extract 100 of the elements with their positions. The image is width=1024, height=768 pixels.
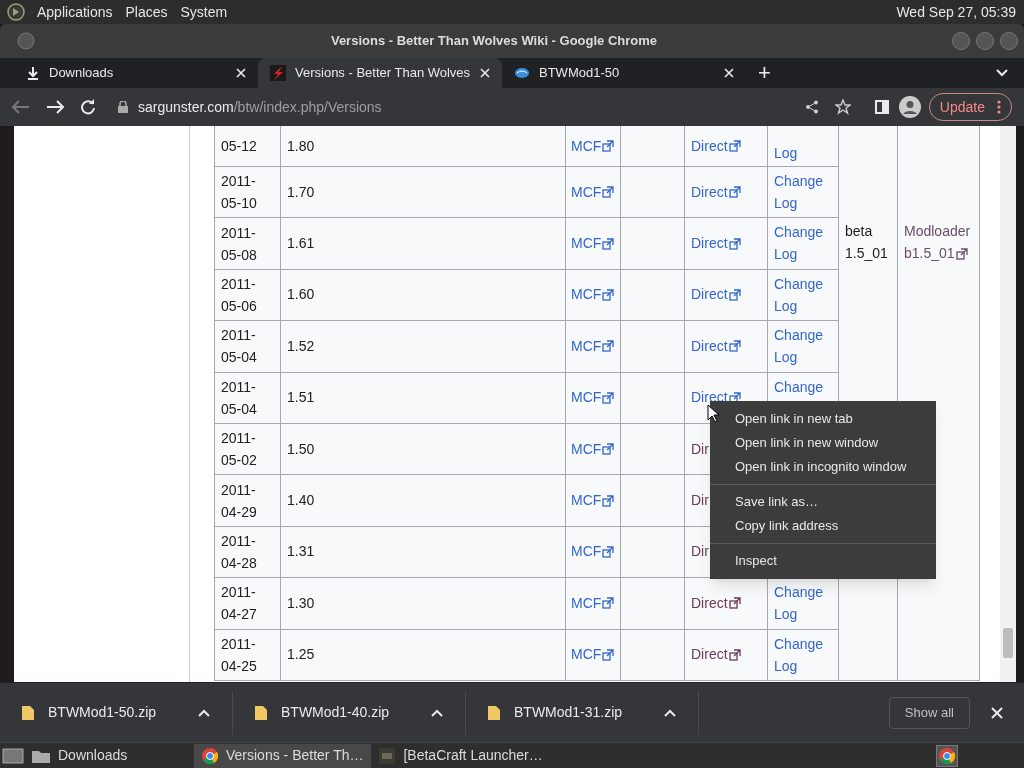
show-desktop-icon xyxy=(2,745,24,766)
table-cell: 1.60 xyxy=(280,269,566,321)
download-icon xyxy=(26,66,40,80)
external-link-icon xyxy=(728,597,741,610)
forward-icon xyxy=(46,100,64,114)
chevron-down-icon xyxy=(996,69,1008,77)
close-icon xyxy=(724,68,734,78)
side-panel-icon xyxy=(874,100,889,114)
table-cell: 2011-04-29 xyxy=(214,474,281,527)
table-cell: 2011-05-02 xyxy=(214,423,281,475)
external-link-icon xyxy=(602,494,615,507)
table-cell: 1.70 xyxy=(280,166,566,218)
table-cell: 1.31 xyxy=(280,526,566,578)
browser-icon xyxy=(202,747,218,764)
table-cell: 1.80 xyxy=(280,126,566,167)
menu-item[interactable]: Inspect xyxy=(710,549,936,573)
external-link-icon xyxy=(602,545,615,558)
menu-item[interactable]: Open link in new window xyxy=(710,431,936,455)
clock: Wed Sep 27, 05:39 xyxy=(896,2,1017,22)
table-cell: 05-12 xyxy=(214,126,281,167)
taskbar-item[interactable]: Downloads xyxy=(24,743,194,768)
menu-item[interactable]: Open link in incognito window xyxy=(710,455,936,479)
table-cell: 2011-05-04 xyxy=(214,320,281,373)
back-icon xyxy=(12,100,30,114)
table-cell: 1.25 xyxy=(280,629,566,681)
external-link-icon xyxy=(602,443,615,456)
external-link-icon xyxy=(955,248,968,261)
table-cell: 2011-04-25 xyxy=(214,629,281,681)
mouse-pointer-icon xyxy=(707,404,719,422)
download-item[interactable]: BTWMod1-40.zip xyxy=(233,690,466,735)
app-menu-icon xyxy=(6,2,26,22)
panel-menu[interactable]: System xyxy=(178,1,230,23)
taskbar-item[interactable]: Versions - Better Th… xyxy=(194,743,372,768)
link[interactable]: Change xyxy=(774,375,832,398)
external-link-icon xyxy=(728,340,741,353)
close-icon xyxy=(991,706,1003,719)
window-title: Versions - Better Than Wolves Wiki - Google Chrome xyxy=(329,32,659,51)
table-cell: 1.30 xyxy=(280,577,566,629)
external-link-icon xyxy=(602,140,615,152)
table-cell: 1.61 xyxy=(280,217,566,270)
table-cell: 2011-04-27 xyxy=(214,577,281,629)
table-cell: 1.52 xyxy=(280,320,566,373)
app-icon xyxy=(379,747,396,764)
external-link-icon xyxy=(602,186,615,199)
table-cell: 2011-04-28 xyxy=(214,526,281,578)
table-cell: 1.50 xyxy=(280,423,566,475)
browser-tab[interactable]: Downloads xyxy=(14,58,258,88)
link[interactable]: Dir xyxy=(691,438,709,460)
panel-menu[interactable]: Places xyxy=(123,1,170,23)
download-item[interactable]: BTWMod1-31.zip xyxy=(466,690,699,735)
external-link-icon xyxy=(602,648,615,661)
menu-item[interactable]: Save link as… xyxy=(710,490,936,514)
chevron-up-icon xyxy=(664,708,676,717)
close-button[interactable] xyxy=(1000,32,1018,50)
lightning-icon xyxy=(270,65,286,81)
table-cell: 2011-05-08 xyxy=(214,217,281,270)
external-link-icon xyxy=(728,648,741,661)
panel-menu[interactable]: Applications xyxy=(35,1,115,23)
external-link-icon xyxy=(602,597,615,610)
external-link-icon xyxy=(602,391,615,404)
external-link-icon xyxy=(602,237,615,250)
browser-tab[interactable]: BTWMod1-50 xyxy=(502,58,746,88)
table-cell: beta 1.5_01 xyxy=(845,223,888,261)
taskbar-item[interactable]: [BetaCraft Launcher… xyxy=(371,743,551,768)
close-icon xyxy=(480,68,490,78)
new-tab-button[interactable]: + xyxy=(758,62,771,84)
table-cell: 1.40 xyxy=(280,474,566,527)
chevron-up-icon xyxy=(198,708,210,717)
download-item[interactable]: BTWMod1-50.zip xyxy=(0,690,233,735)
show-all-button[interactable]: Show all xyxy=(888,696,970,729)
address-field[interactable]: sargunster.com/btw/index.php/Versions xyxy=(112,92,789,122)
minimize-button[interactable] xyxy=(952,32,970,50)
browser-icon xyxy=(936,744,958,767)
folder-icon xyxy=(32,748,50,763)
external-link-icon xyxy=(728,186,741,199)
external-link-icon xyxy=(728,140,741,152)
external-link-icon xyxy=(602,340,615,353)
close-icon xyxy=(236,68,246,78)
external-link-icon xyxy=(728,391,741,404)
table-cell: 2011-05-10 xyxy=(214,166,281,218)
external-link-icon xyxy=(602,288,615,301)
share-icon xyxy=(804,100,819,114)
link[interactable]: Modloader b1.5_01 xyxy=(904,220,973,264)
reload-icon xyxy=(80,99,96,115)
window-menu-icon xyxy=(16,31,36,51)
chevron-up-icon xyxy=(431,708,443,717)
external-link-icon xyxy=(728,237,741,250)
external-link-icon xyxy=(728,288,741,301)
link[interactable]: Dir xyxy=(691,490,709,512)
table-cell: 2011-05-04 xyxy=(214,372,281,424)
maximize-button[interactable] xyxy=(976,32,994,50)
more-icon xyxy=(997,100,1001,114)
link[interactable]: Dir xyxy=(691,541,709,563)
browser-tab[interactable]: Versions - Better Than Wolves xyxy=(258,58,502,88)
scrollbar-thumb[interactable] xyxy=(1003,628,1013,658)
profile-avatar-icon xyxy=(898,96,921,118)
table-cell: 2011-05-06 xyxy=(214,269,281,321)
star-icon xyxy=(834,99,851,115)
menu-item[interactable]: Copy link address xyxy=(710,514,936,538)
table-cell: 1.51 xyxy=(280,372,566,424)
